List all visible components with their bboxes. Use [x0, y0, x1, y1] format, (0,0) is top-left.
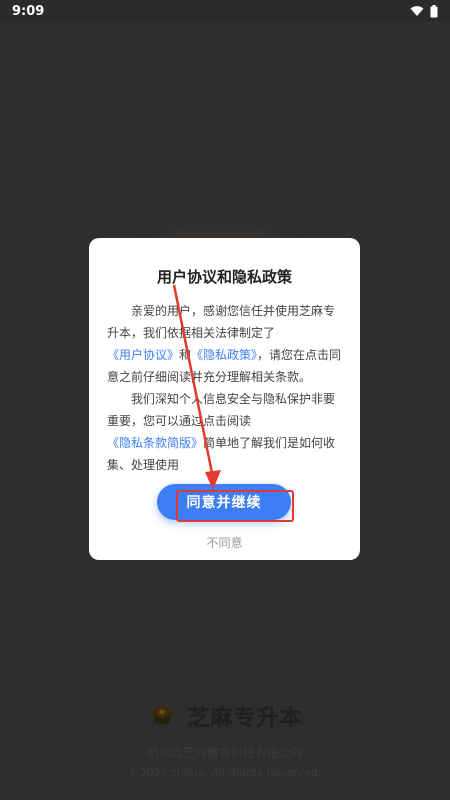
user-agreement-link[interactable]: 《用户协议》: [107, 348, 179, 362]
dialog-body: 亲爱的用户，感谢您信任并使用芝麻专升本，我们依据相关法律制定了《用户协议》和《隐…: [107, 300, 345, 490]
company-name: 杭州启芝网教育科技有限公司: [146, 746, 303, 760]
status-time: 9:09: [12, 3, 45, 19]
wifi-icon: [410, 6, 424, 16]
paragraph-text: 和: [179, 348, 192, 362]
copyright-text: ©2025 zhima. All Rights Reserved.: [128, 766, 322, 779]
privacy-policy-link[interactable]: 《隐私政策》: [191, 348, 257, 362]
paragraph-text: 我们深知个人信息安全与隐私保护非要重要，您可以通过点击阅读: [107, 392, 336, 428]
status-icons: [410, 4, 438, 18]
annotation-highlight-box: [176, 490, 294, 522]
status-bar: 9:09: [0, 0, 450, 22]
brand-name: 芝麻专升本: [187, 706, 303, 731]
brand-logo-row: 芝麻专升本: [0, 700, 450, 732]
dialog-title: 用户协议和隐私政策: [156, 268, 292, 286]
privacy-brief-link[interactable]: 《隐私条款简版》: [107, 436, 203, 450]
paragraph-text: 亲爱的用户，感谢您信任并使用芝麻专升本，我们依据相关法律制定了: [107, 304, 336, 340]
dialog-paragraph-2: 我们深知个人信息安全与隐私保护非要重要，您可以通过点击阅读《隐私条款简版》简单地…: [107, 388, 345, 476]
dialog-paragraph-1: 亲爱的用户，感谢您信任并使用芝麻专升本，我们依据相关法律制定了《用户协议》和《隐…: [107, 300, 345, 388]
battery-icon: [430, 4, 438, 17]
disagree-button[interactable]: 不同意: [89, 534, 360, 551]
graduation-cap-icon: [148, 705, 177, 725]
